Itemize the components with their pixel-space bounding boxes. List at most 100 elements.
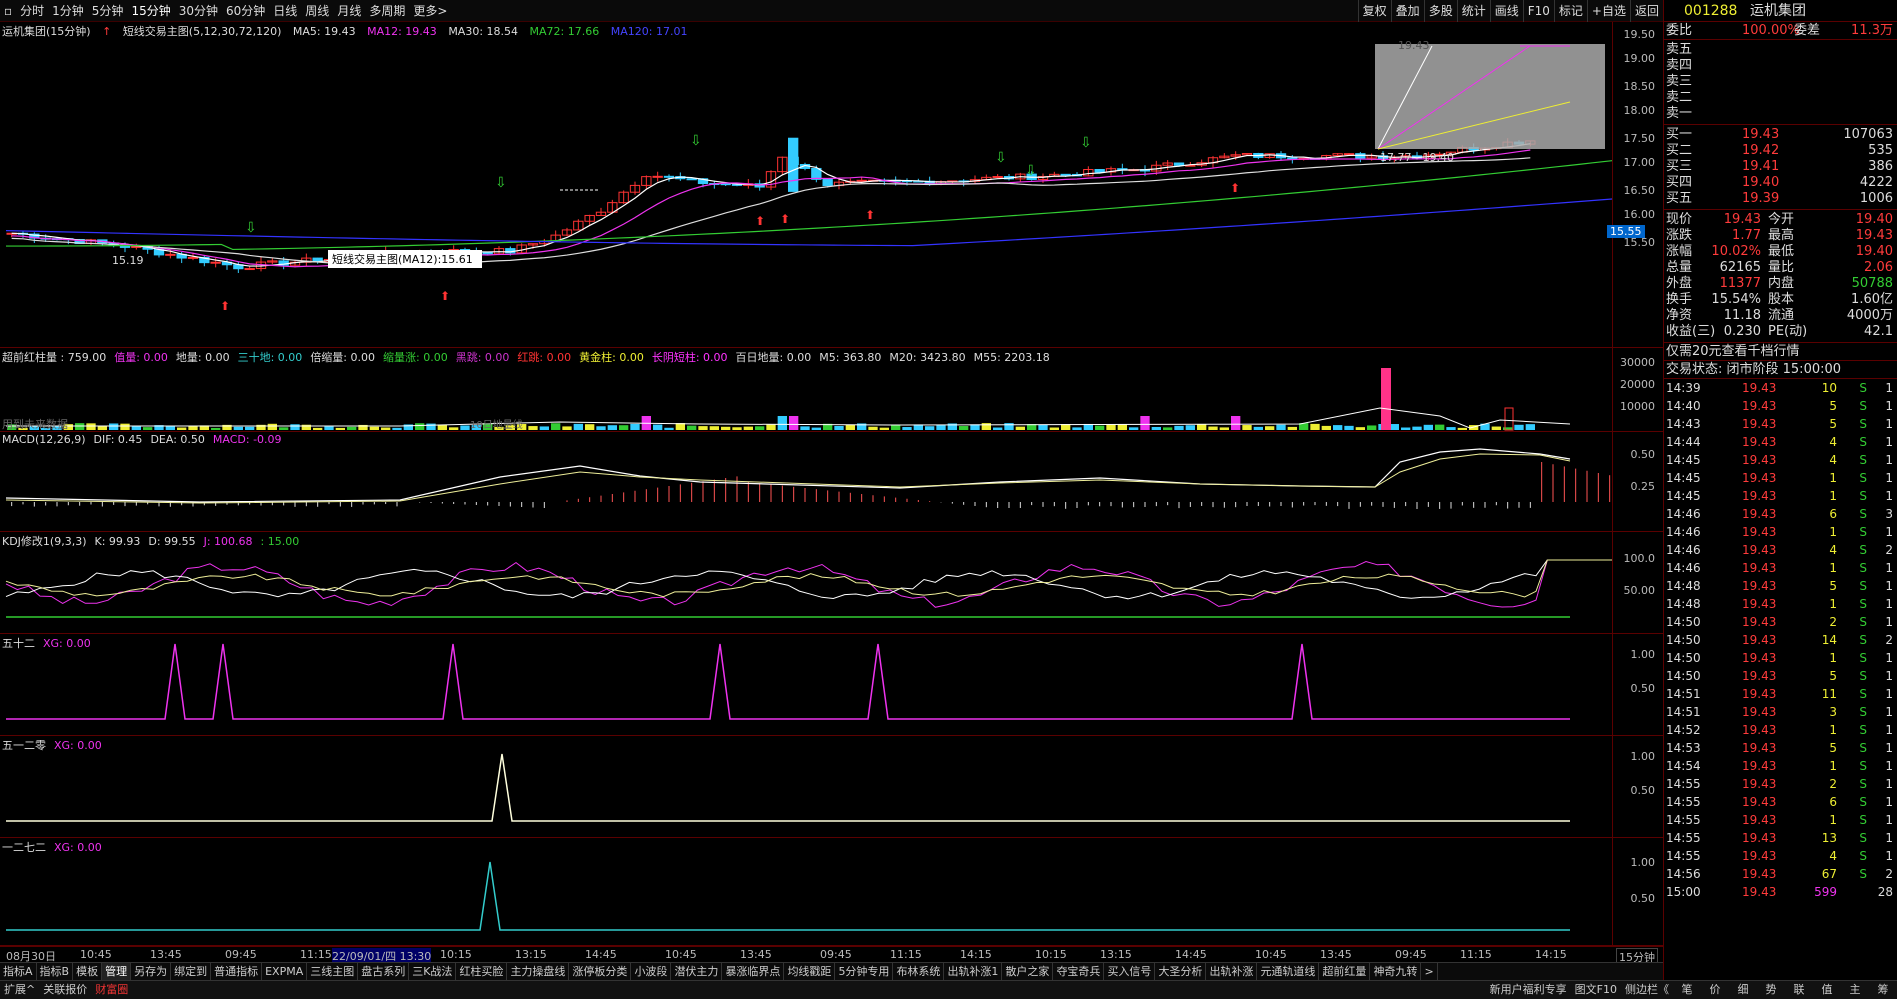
kdj-panel[interactable]: KDJ修改1(9,3,3) K: 99.93 D: 99.55 J: 100.68: … bbox=[0, 532, 1663, 634]
toolbar-button[interactable]: 叠加 bbox=[1390, 0, 1424, 22]
indicator-tab[interactable]: 大圣分析 bbox=[1155, 963, 1207, 980]
status-item[interactable]: 价 bbox=[1701, 981, 1729, 999]
promo-row[interactable]: 仅需20元查看千档行情 bbox=[1664, 343, 1897, 361]
period-tab[interactable]: 更多> bbox=[409, 0, 451, 22]
volume-bar bbox=[1321, 425, 1331, 430]
indicator-tab[interactable]: 主力操盘线 bbox=[507, 963, 570, 980]
tick-price: 19.43 bbox=[1742, 651, 1777, 665]
toolbar-button[interactable]: 多股 bbox=[1423, 0, 1457, 22]
toolbar-button[interactable]: 复权 bbox=[1357, 0, 1391, 22]
toolbar-button[interactable]: 统计 bbox=[1456, 0, 1490, 22]
wushier-chart[interactable] bbox=[0, 634, 1612, 736]
status-item[interactable]: 势 bbox=[1757, 981, 1785, 999]
ma30-value: MA30: 18.54 bbox=[448, 25, 519, 38]
indicator-tab[interactable]: 红柱买脸 bbox=[456, 963, 508, 980]
x-tick-label: 09:45 bbox=[820, 948, 852, 961]
indicator-tab[interactable]: 模板 bbox=[73, 963, 103, 980]
status-item[interactable]: 关联报价 bbox=[39, 981, 91, 999]
period-tab[interactable]: 15分钟 bbox=[127, 0, 174, 22]
indicator-tab[interactable]: EXPMA bbox=[262, 963, 308, 980]
status-item[interactable]: 侧边栏《 bbox=[1621, 981, 1673, 999]
status-item[interactable]: 新用户福利专享 bbox=[1486, 981, 1571, 999]
indicator-tab[interactable]: 超前红量 bbox=[1319, 963, 1371, 980]
indicator-tab[interactable]: 元通轨道线 bbox=[1257, 963, 1320, 980]
candlestick-chart[interactable]: 17.77 - 19.40 19.43 15.19 短线交易主图(MA12):15.6… bbox=[0, 22, 1612, 348]
indicator-tab[interactable]: 5分钟专用 bbox=[835, 963, 894, 980]
toolbar-button[interactable]: 画线 bbox=[1489, 0, 1523, 22]
indicator-tab[interactable]: 布林系统 bbox=[893, 963, 945, 980]
indicator-tab[interactable]: 潜伏主力 bbox=[671, 963, 723, 980]
toolbar-button[interactable]: 返回 bbox=[1629, 0, 1663, 22]
tick-row: 14:52 19.43 1 S 1 bbox=[1664, 721, 1897, 739]
tick-price: 19.43 bbox=[1742, 669, 1777, 683]
indicator-name[interactable]: 短线交易主图(5,12,30,72,120) bbox=[123, 25, 282, 38]
tick-volume: 1 bbox=[1829, 759, 1837, 773]
indicator-tab[interactable]: 指标A bbox=[0, 963, 37, 980]
period-tab[interactable]: 月线 bbox=[333, 0, 365, 22]
signal-line bbox=[6, 861, 1570, 931]
price-panel[interactable]: 运机集团(15分钟) ↑ 短线交易主图(5,12,30,72,120) MA5:… bbox=[0, 22, 1663, 348]
period-tab[interactable]: 周线 bbox=[301, 0, 333, 22]
period-tab[interactable]: 60分钟 bbox=[222, 0, 269, 22]
status-item[interactable]: 联 bbox=[1785, 981, 1813, 999]
indicator-tab[interactable]: 暴涨临界点 bbox=[722, 963, 785, 980]
indicator-value: 百日地量: 0.00 bbox=[735, 351, 812, 364]
tick-time: 14:50 bbox=[1666, 615, 1701, 629]
y-tick-label: 30000 bbox=[1620, 356, 1655, 369]
volume-header: 超前红柱量 : 759.00 值量: 0.00 地量: 0.00 三十地: 0.00 倍… bbox=[2, 349, 1058, 365]
status-item[interactable]: 图文F10 bbox=[1571, 981, 1621, 999]
indicator-tab[interactable]: 出轨补涨 bbox=[1206, 963, 1258, 980]
tick-volume: 1 bbox=[1829, 813, 1837, 827]
indicator-tab[interactable]: 普通指标 bbox=[211, 963, 263, 980]
period-tab[interactable]: 分时 bbox=[16, 0, 48, 22]
volume-panel[interactable]: 超前红柱量 : 759.00 值量: 0.00 地量: 0.00 三十地: 0.00 倍… bbox=[0, 348, 1663, 432]
wuyierling-panel[interactable]: 五一二零 XG: 0.00 1.00 0.50 bbox=[0, 736, 1663, 838]
indicator-tab[interactable]: 神奇九转 bbox=[1370, 963, 1422, 980]
status-item[interactable]: 扩展^ bbox=[0, 981, 39, 999]
status-item[interactable]: 主 bbox=[1841, 981, 1869, 999]
period-tab[interactable]: 1分钟 bbox=[48, 0, 88, 22]
indicator-tab[interactable]: 夺宝奇兵 bbox=[1053, 963, 1105, 980]
period-tab[interactable]: 日线 bbox=[269, 0, 301, 22]
promo-text[interactable]: 仅需20元查看千档行情 bbox=[1666, 343, 1800, 361]
toolbar-button[interactable]: F10 bbox=[1522, 0, 1554, 22]
tabs-next-icon[interactable]: > bbox=[1421, 963, 1438, 980]
macd-chart[interactable] bbox=[0, 432, 1612, 532]
yiergier-panel[interactable]: 一二七二 XG: 0.00 1.00 0.50 bbox=[0, 838, 1663, 946]
indicator-tab[interactable]: 盘古系列 bbox=[358, 963, 410, 980]
indicator-tab[interactable]: 另存为 bbox=[131, 963, 172, 980]
status-item[interactable]: 细 bbox=[1729, 981, 1757, 999]
macd-panel[interactable]: MACD(12,26,9) DIF: 0.45 DEA: 0.50 MACD: -0.… bbox=[0, 432, 1663, 532]
indicator-tab[interactable]: 散户之家 bbox=[1002, 963, 1054, 980]
stat-row: 总量 62165 量比 2.06 bbox=[1664, 260, 1897, 276]
status-item[interactable]: 财富圈 bbox=[91, 981, 132, 999]
wushier-panel[interactable]: 五十二 XG: 0.00 1.00 0.50 bbox=[0, 634, 1663, 736]
macd-header: MACD(12,26,9) DIF: 0.45 DEA: 0.50 MACD: -0.… bbox=[2, 433, 290, 446]
toolbar-button[interactable]: +自选 bbox=[1586, 0, 1630, 22]
status-item[interactable]: 笔 bbox=[1673, 981, 1701, 999]
status-item[interactable]: 筹 bbox=[1869, 981, 1897, 999]
status-item[interactable]: 值 bbox=[1813, 981, 1841, 999]
indicator-tab[interactable]: 指标B bbox=[37, 963, 74, 980]
tick-row: 14:46 19.43 1 S 1 bbox=[1664, 559, 1897, 577]
indicator-tab[interactable]: 三线主图 bbox=[307, 963, 359, 980]
period-tab[interactable]: 5分钟 bbox=[88, 0, 128, 22]
indicator-tab[interactable]: 涨停板分类 bbox=[569, 963, 632, 980]
indicator-tab[interactable]: 管理 bbox=[102, 963, 132, 980]
period-tab[interactable]: 30分钟 bbox=[175, 0, 222, 22]
indicator-tab[interactable]: 绑定到 bbox=[171, 963, 212, 980]
kdj-j-line bbox=[5, 559, 1612, 608]
volume-bar bbox=[607, 425, 617, 430]
toolbar-button[interactable]: 标记 bbox=[1553, 0, 1587, 22]
period-tab[interactable]: 多周期 bbox=[365, 0, 409, 22]
tick-price: 19.43 bbox=[1742, 813, 1777, 827]
indicator-tab[interactable]: 小波段 bbox=[631, 963, 672, 980]
indicator-tab[interactable]: 三K战法 bbox=[409, 963, 457, 980]
wuyierling-chart[interactable] bbox=[0, 736, 1612, 838]
yiergier-chart[interactable] bbox=[0, 838, 1612, 946]
indicator-tab[interactable]: 均线戳距 bbox=[784, 963, 836, 980]
menu-icon[interactable]: ▫ bbox=[0, 0, 16, 22]
indicator-tab[interactable]: 出轨补涨1 bbox=[944, 963, 1003, 980]
volume-bar bbox=[1253, 426, 1263, 430]
indicator-tab[interactable]: 买入信号 bbox=[1104, 963, 1156, 980]
